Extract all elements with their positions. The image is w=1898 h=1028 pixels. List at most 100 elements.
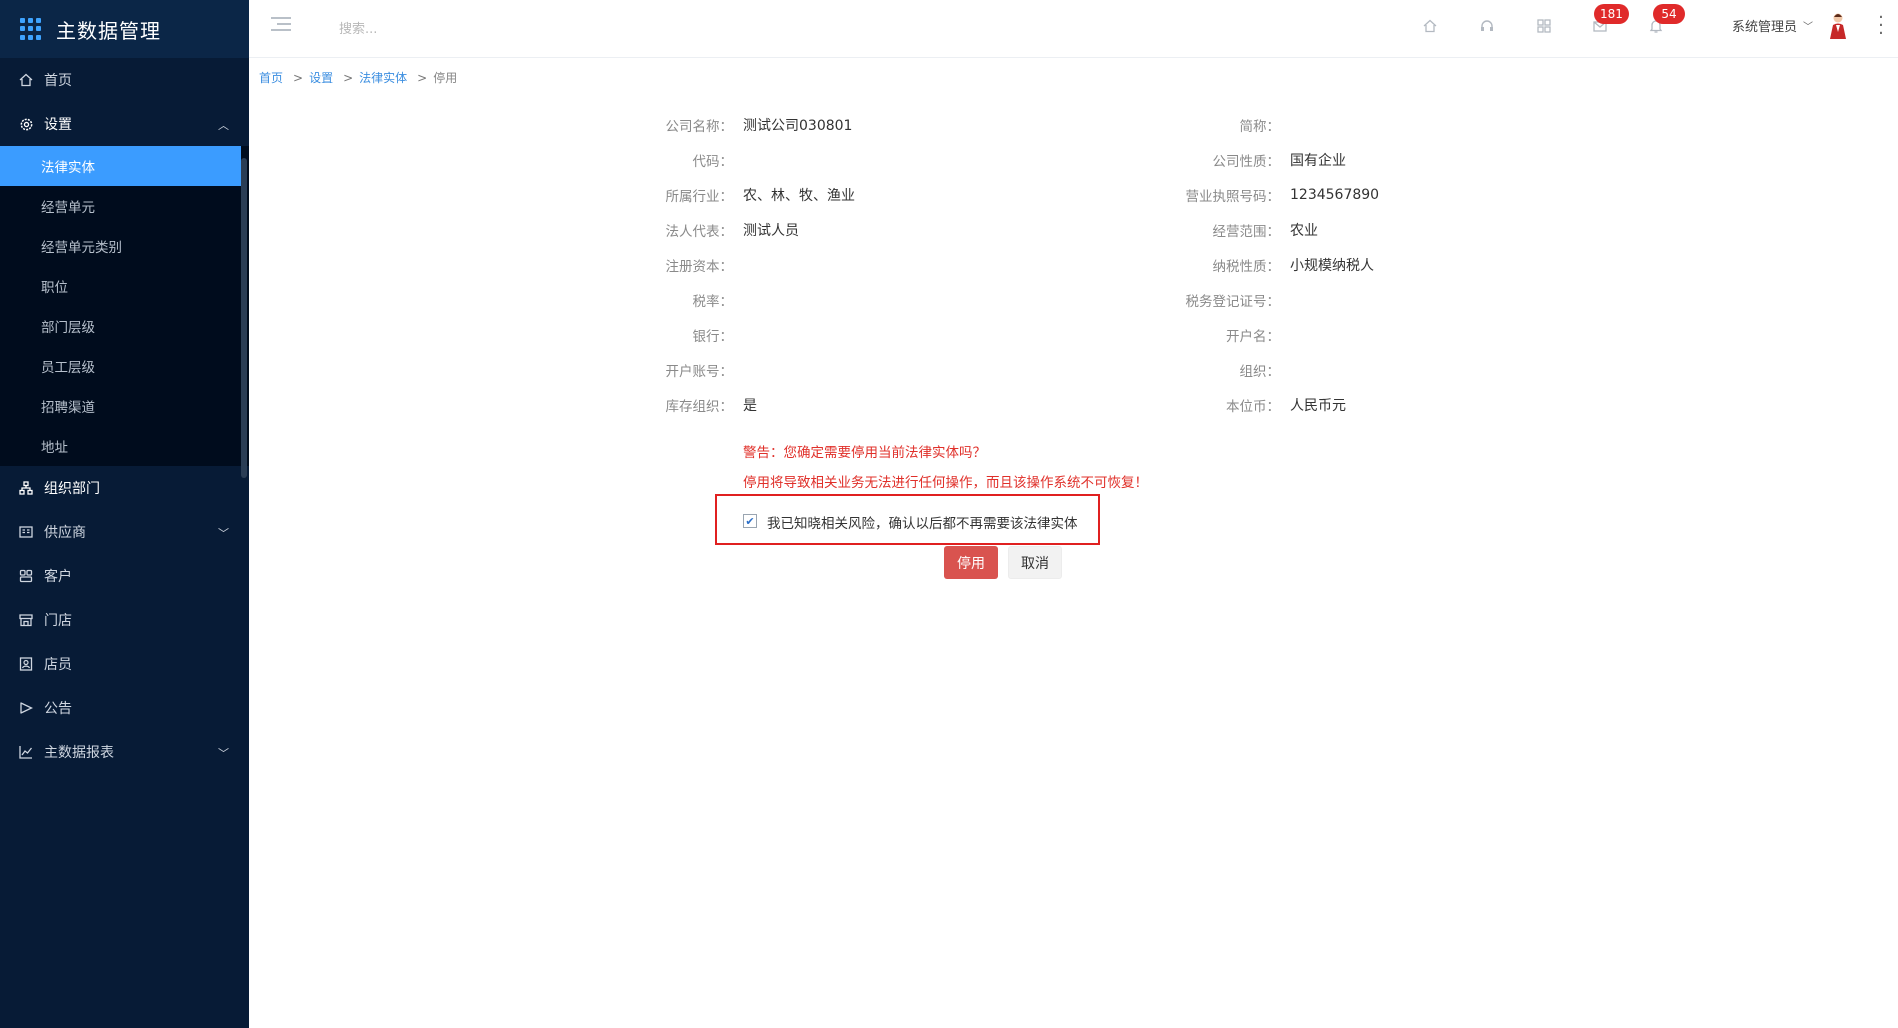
field-organization: 组织： [1147,359,1290,381]
field-industry: 所属行业： 农、林、牧、渔业 [600,184,856,206]
field-short-name: 简称： [1147,114,1290,136]
field-label: 法人代表： [665,224,734,240]
announcement-icon [18,700,34,716]
sidebar-scrollbar[interactable] [241,158,247,478]
field-label: 简称： [1239,119,1281,135]
field-registered-capital: 注册资本： [600,254,743,276]
chevron-down-icon: ﹀ [218,747,229,760]
field-label: 纳税性质： [1212,259,1281,275]
field-legal-representative: 法人代表： 测试人员 [600,219,800,241]
sidebar-subitem-business-unit-category[interactable]: 经营单元类别 [0,226,249,266]
field-label: 开户账号： [665,364,734,380]
home-icon[interactable] [1420,16,1440,36]
field-tax-registration-number: 税务登记证号： [1147,289,1290,311]
field-label: 税率： [692,294,734,310]
user-name: 系统管理员 [1732,20,1798,35]
sidebar-menu: 首页 设置 ︿ 法律实体 经营单元 经营单元类别 职位 部门层级 员工层级 招聘… [0,58,249,774]
sidebar-item-home[interactable]: 首页 [0,58,249,102]
breadcrumb: 首页 > 设置 > 法律实体 > 停用 [259,69,457,86]
sidebar-item-master-data-report[interactable]: 主数据报表 ﹀ [0,730,249,774]
sidebar-subitem-employee-level[interactable]: 员工层级 [0,346,249,386]
risk-confirm-checkbox[interactable]: ✔ [743,514,757,528]
sidebar-subitem-legal-entity[interactable]: 法律实体 [0,146,241,186]
field-label: 公司性质： [1212,154,1281,170]
sidebar-subitem-position[interactable]: 职位 [0,266,249,306]
notifications-badge: 54 [1653,4,1685,24]
breadcrumb-settings[interactable]: 设置 [309,69,333,86]
warning-text-secondary: 停用将导致相关业务无法进行任何操作，而且该操作系统不可恢复！ [743,475,1148,491]
field-company-name: 公司名称： 测试公司030801 [600,114,853,136]
sidebar-item-clerk[interactable]: 店员 [0,642,249,686]
sidebar-item-label: 供应商 [44,525,86,541]
supplier-icon [18,524,34,540]
field-account-number: 开户账号： [600,359,743,381]
headset-icon[interactable] [1477,16,1497,36]
org-chart-icon [18,480,34,496]
field-company-type: 公司性质： 国有企业 [1147,149,1347,171]
field-business-scope: 经营范围： 农业 [1147,219,1319,241]
store-icon [18,612,34,628]
avatar[interactable] [1827,12,1849,40]
chevron-up-icon: ︿ [218,119,229,132]
field-account-name: 开户名： [1147,324,1290,346]
breadcrumb-legal-entity[interactable]: 法律实体 [359,69,407,86]
field-code: 代码： [600,149,743,171]
sidebar-subitem-business-unit[interactable]: 经营单元 [0,186,249,226]
field-label: 所属行业： [665,189,734,205]
more-vertical-icon[interactable]: · · · [1876,9,1886,43]
field-label: 税务登记证号： [1185,294,1281,310]
field-label: 库存组织： [665,399,734,415]
chevron-down-icon: ﹀ [1803,22,1814,33]
sidebar-subitem-address[interactable]: 地址 [0,426,249,466]
field-value: 测试公司030801 [743,118,853,134]
chart-icon [18,744,34,760]
field-value: 人民币元 [1290,398,1346,414]
field-tax-rate: 税率： [600,289,743,311]
sidebar-item-settings[interactable]: 设置 ︿ [0,102,249,146]
search-input[interactable] [339,17,539,41]
sidebar-item-label: 设置 [44,117,72,133]
sidebar-item-supplier[interactable]: 供应商 ﹀ [0,510,249,554]
apps-grid-icon[interactable] [1534,16,1554,36]
risk-confirm-label[interactable]: 我已知晓相关风险，确认以后都不再需要该法律实体 [767,512,1078,532]
field-business-license: 营业执照号码： 1234567890 [1147,184,1380,206]
warning-text-primary: 警告：您确定需要停用当前法律实体吗？ [743,445,986,461]
breadcrumb-separator: > [343,70,354,85]
user-menu[interactable]: 系统管理员 ﹀ [1732,16,1813,35]
top-bar: 181 54 系统管理员 ﹀ ··· [249,0,1898,58]
sidebar-item-org-department[interactable]: 组织部门 [0,466,249,510]
field-inventory-org: 库存组织： 是 [600,394,758,416]
sidebar-item-label: 首页 [44,73,72,89]
field-value: 1234567890 [1290,187,1380,203]
field-value: 农、林、牧、渔业 [743,188,855,204]
breadcrumb-home[interactable]: 首页 [259,69,283,86]
app-logo[interactable]: 主数据管理 [0,0,249,58]
home-icon [18,72,34,88]
sidebar-item-store[interactable]: 门店 [0,598,249,642]
field-label: 经营范围： [1212,224,1281,240]
field-label: 开户名： [1226,329,1280,345]
field-label: 注册资本： [665,259,734,275]
sidebar-item-label: 公告 [44,701,72,717]
sidebar-item-label: 组织部门 [44,481,100,497]
settings-submenu: 法律实体 经营单元 经营单元类别 职位 部门层级 员工层级 招聘渠道 地址 [0,146,249,466]
field-value: 是 [743,398,757,414]
field-label: 公司名称： [665,119,734,135]
field-label: 银行： [692,329,734,345]
field-label: 代码： [692,154,734,170]
disable-button[interactable]: 停用 [944,546,998,579]
sidebar-item-customer[interactable]: 客户 [0,554,249,598]
sidebar-subitem-recruitment-channel[interactable]: 招聘渠道 [0,386,249,426]
sidebar-item-announcement[interactable]: 公告 [0,686,249,730]
breadcrumb-separator: > [417,70,428,85]
menu-toggle-icon[interactable] [271,17,291,33]
sidebar-item-label: 客户 [44,569,72,585]
field-value: 国有企业 [1290,153,1346,169]
field-base-currency: 本位币： 人民币元 [1147,394,1346,416]
field-label: 本位币： [1226,399,1280,415]
sidebar-subitem-department-level[interactable]: 部门层级 [0,306,249,346]
field-label: 营业执照号码： [1185,189,1281,205]
cancel-button[interactable]: 取消 [1008,546,1062,579]
field-value: 小规模纳税人 [1290,258,1374,274]
grid-dots-icon [20,18,42,40]
